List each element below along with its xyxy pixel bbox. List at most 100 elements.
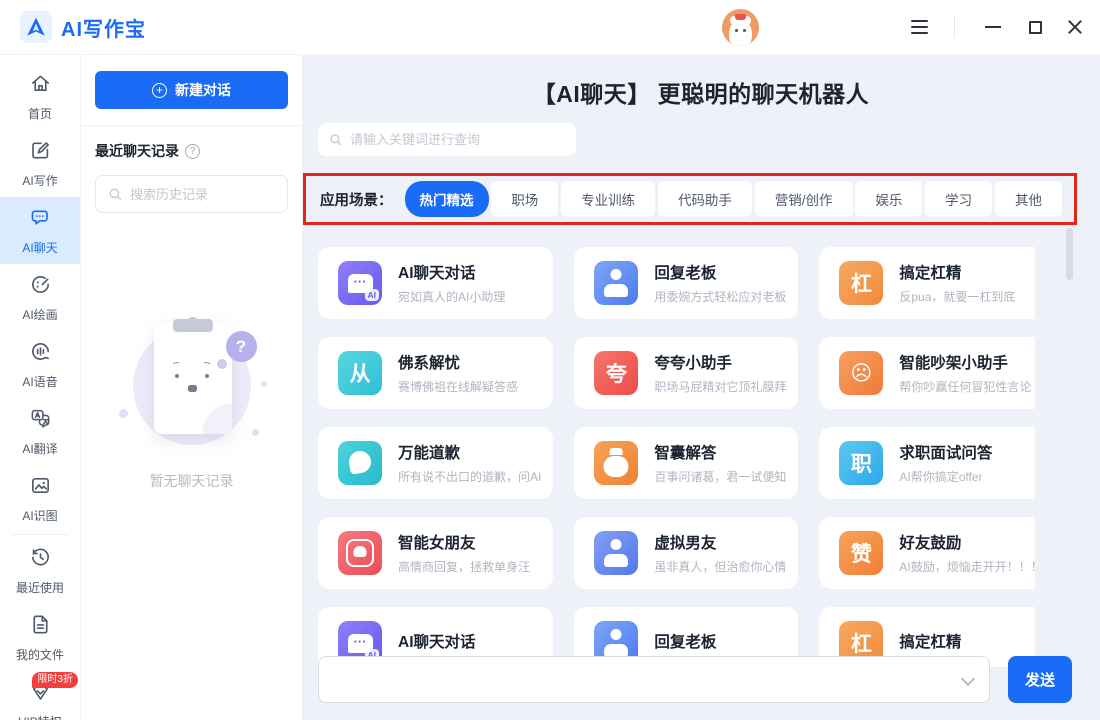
card-ai-girlfriend[interactable]: 智能女朋友 高情商回复，拯救单身汪: [318, 517, 553, 589]
sidebar-item-recent[interactable]: 最近使用: [0, 537, 80, 604]
scenario-tabs: 热门精选 职场 专业训练 代码助手 营销/创作 娱乐 学习 其他: [405, 181, 1063, 217]
praying-hands-icon: 从: [338, 351, 382, 395]
pencil-square-icon: [29, 139, 52, 167]
tab-pro-training[interactable]: 专业训练: [561, 181, 655, 217]
card-handle-troll[interactable]: 杠 搞定杠精 反pua，就要一杠到底: [819, 247, 1035, 319]
chat-history-panel: 新建对话 最近聊天记录: [80, 55, 302, 720]
send-button[interactable]: 发送: [1008, 656, 1072, 703]
card-wisdom-answers[interactable]: 智囊解答 百事问诸葛，君一试便知: [574, 427, 798, 499]
card-title: 回复老板: [654, 261, 786, 283]
document-icon: [29, 613, 52, 641]
card-subtitle: 百事问诸葛，君一试便知: [654, 468, 786, 485]
gang-char-icon: 杠: [839, 261, 883, 305]
dove-icon: [338, 441, 382, 485]
sidebar-item-vip[interactable]: VIP特权 限时3折: [0, 671, 80, 720]
palette-face-icon: [29, 273, 52, 301]
card-title: 夸夸小助手: [654, 351, 786, 373]
close-button[interactable]: [1066, 18, 1084, 36]
title-bar: AI写作宝: [0, 0, 1100, 55]
card-praise-helper[interactable]: 夸 夸夸小助手 职场马屁精对它顶礼膜拜: [574, 337, 798, 409]
girlfriend-icon: [338, 531, 382, 575]
card-argue-helper[interactable]: ☹ 智能吵架小助手 帮你吵赢任何冒犯性言论: [819, 337, 1035, 409]
kua-char-icon: 夸: [594, 351, 638, 395]
card-subtitle: 用委婉方式轻松应对老板: [654, 288, 786, 305]
app-title: AI写作宝: [61, 13, 146, 42]
tab-marketing-creation[interactable]: 营销/创作: [755, 181, 853, 217]
sidebar-item-ai-vision[interactable]: AI识图: [0, 465, 80, 532]
card-title: 智能吵架小助手: [899, 351, 1031, 373]
sidebar-item-ai-chat[interactable]: AI聊天: [0, 197, 80, 264]
boyfriend-avatar-icon: [594, 531, 638, 575]
card-title: 回复老板: [654, 630, 716, 652]
card-universal-apology[interactable]: 万能道歉 所有说不出口的道歉，问AI: [318, 427, 553, 499]
sidebar-item-ai-voice[interactable]: AI语音: [0, 331, 80, 398]
sidebar-item-ai-write[interactable]: AI写作: [0, 130, 80, 197]
card-subtitle: 赛博佛祖在线解疑答惑: [398, 378, 518, 395]
plus-circle-icon: [152, 83, 167, 98]
history-clock-icon: [29, 546, 52, 574]
app-logo-icon: [20, 11, 52, 43]
sidebar-item-ai-paint[interactable]: AI绘画: [0, 264, 80, 331]
message-composer: 发送: [318, 656, 1072, 703]
voice-wave-icon: [29, 340, 52, 368]
hamburger-menu-icon[interactable]: [911, 20, 928, 34]
tab-hot-picks[interactable]: 热门精选: [405, 181, 489, 217]
zhi-char-icon: 职: [839, 441, 883, 485]
chat-bubble-ai-icon: ···AI: [338, 261, 382, 305]
message-input[interactable]: [319, 657, 989, 702]
tab-other[interactable]: 其他: [995, 181, 1062, 217]
card-subtitle: 帮你吵赢任何冒犯性言论: [899, 378, 1031, 395]
empty-state-text: 暂无聊天记录: [150, 471, 234, 491]
question-badge-icon: [226, 331, 257, 362]
tab-study[interactable]: 学习: [925, 181, 992, 217]
card-reply-boss[interactable]: 回复老板 用委婉方式轻松应对老板: [574, 247, 798, 319]
card-title: 虚拟男友: [654, 531, 786, 553]
card-ai-chat[interactable]: ···AI AI聊天对话 宛如真人的AI小助理: [318, 247, 553, 319]
history-search-input[interactable]: [130, 187, 276, 202]
sidebar-item-ai-translate[interactable]: AI翻译: [0, 398, 80, 465]
boss-avatar-icon: [594, 261, 638, 305]
card-title: 智能女朋友: [398, 531, 530, 553]
card-title: AI聊天对话: [398, 261, 505, 283]
chat-bubble-icon: [29, 206, 52, 234]
card-buddhist-relief[interactable]: 从 佛系解忧 赛博佛祖在线解疑答惑: [318, 337, 553, 409]
translate-bubbles-icon: [29, 407, 52, 435]
card-title: 智囊解答: [654, 441, 786, 463]
tab-entertainment[interactable]: 娱乐: [855, 181, 922, 217]
card-friend-encourage[interactable]: 赞 好友鼓励 AI鼓励，烦恼走开开！！！: [819, 517, 1035, 589]
card-subtitle: AI帮你搞定offer: [899, 468, 992, 485]
card-title: 佛系解忧: [398, 351, 518, 373]
minimize-button[interactable]: [985, 26, 1001, 28]
history-search-box: [95, 175, 288, 213]
page-title: 【AI聊天】 更聪明的聊天机器人: [302, 55, 1100, 109]
new-chat-button[interactable]: 新建对话: [95, 71, 288, 109]
card-subtitle: AI鼓励，烦恼走开开！！！: [899, 558, 1035, 575]
tab-code-assistant[interactable]: 代码助手: [658, 181, 752, 217]
card-job-interview[interactable]: 职 求职面试问答 AI帮你搞定offer: [819, 427, 1035, 499]
card-subtitle: 所有说不出口的道歉，问AI: [398, 468, 541, 485]
search-icon: [328, 132, 343, 147]
card-virtual-boyfriend[interactable]: 虚拟男友 虽非真人，但治愈你心情: [574, 517, 798, 589]
keyword-search-box: [318, 123, 576, 156]
card-subtitle: 虽非真人，但治愈你心情: [654, 558, 786, 575]
mascot-body: [729, 19, 752, 46]
card-title: 万能道歉: [398, 441, 541, 463]
mascot-avatar[interactable]: [722, 9, 759, 46]
card-title: AI聊天对话: [398, 630, 476, 652]
empty-clipboard-illustration: [117, 317, 267, 455]
app-window: AI写作宝 首页 AI写作: [0, 0, 1100, 720]
keyword-search-input[interactable]: [350, 132, 566, 147]
maximize-button[interactable]: [1029, 21, 1042, 34]
card-title: 搞定杠精: [899, 261, 1015, 283]
recent-chats-title: 最近聊天记录: [95, 141, 179, 161]
titlebar-divider: [954, 16, 955, 38]
sidebar-item-my-files[interactable]: 我的文件: [0, 604, 80, 671]
scrollbar-thumb[interactable]: [1066, 228, 1073, 280]
home-icon: [29, 72, 52, 100]
card-title: 好友鼓励: [899, 531, 1035, 553]
sidebar-item-home[interactable]: 首页: [0, 63, 80, 130]
tab-workplace[interactable]: 职场: [491, 181, 558, 217]
card-subtitle: 宛如真人的AI小助理: [398, 288, 505, 305]
picture-icon: [29, 474, 52, 502]
help-icon[interactable]: [185, 144, 200, 159]
